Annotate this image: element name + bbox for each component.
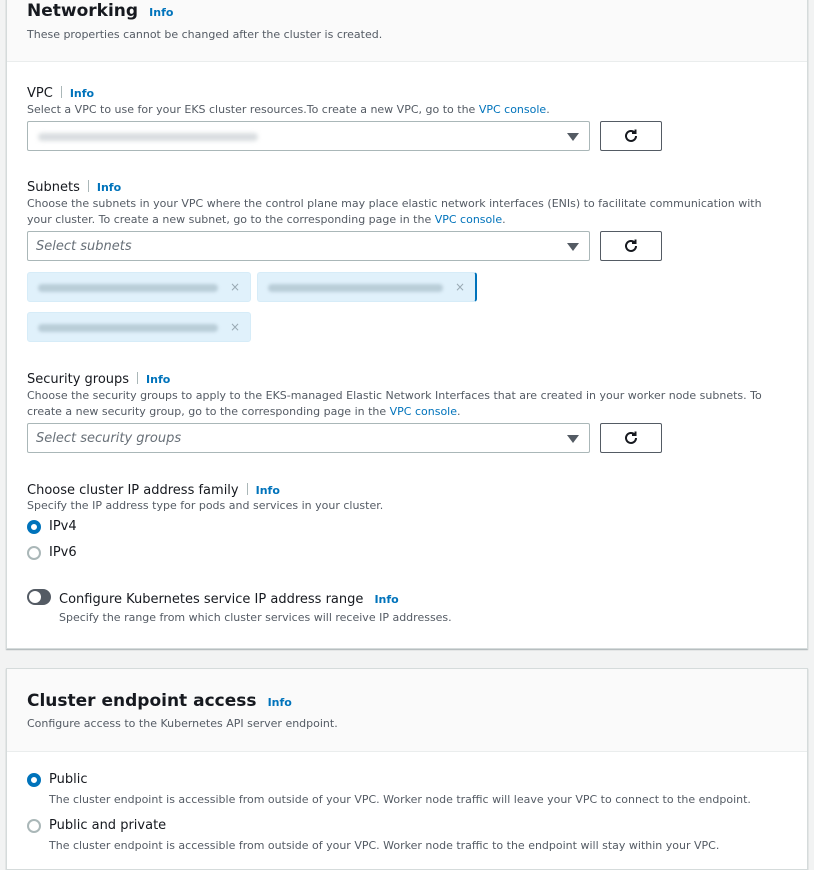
ip-family-description: Specify the IP address type for pods and…: [27, 499, 384, 512]
service-ip-range-toggle[interactable]: [27, 589, 51, 605]
security-groups-info-link[interactable]: Info: [146, 373, 170, 386]
subnets-label: Subnets: [27, 180, 80, 195]
vpc-console-link[interactable]: VPC console: [479, 103, 546, 116]
public-label[interactable]: Public: [49, 772, 87, 787]
subnets-select[interactable]: Select subnets: [27, 231, 590, 261]
ipv6-radio[interactable]: [27, 546, 41, 560]
public-and-private-radio[interactable]: [27, 819, 41, 833]
subnets-vpc-console-link[interactable]: VPC console: [435, 213, 502, 226]
close-icon[interactable]: ×: [230, 280, 240, 294]
public-radio[interactable]: [27, 773, 41, 787]
security-groups-vpc-console-link[interactable]: VPC console: [390, 405, 457, 418]
refresh-icon: [625, 239, 637, 252]
chevron-down-icon: [567, 435, 579, 443]
refresh-icon: [625, 431, 637, 444]
subnet-token: ×: [27, 272, 251, 302]
security-groups-refresh-button[interactable]: [600, 423, 662, 453]
ipv4-label[interactable]: IPv4: [49, 519, 77, 534]
security-groups-placeholder: Select security groups: [36, 431, 182, 446]
subnets-refresh-button[interactable]: [600, 231, 662, 261]
subnets-info-link[interactable]: Info: [97, 181, 121, 194]
endpoint-title: Cluster endpoint access: [27, 691, 257, 711]
vpc-description: Select a VPC to use for your EKS cluster…: [27, 102, 787, 118]
vpc-description-end: .: [546, 103, 550, 116]
public-and-private-description: The cluster endpoint is accessible from …: [49, 839, 720, 852]
subnets-description-text: Choose the subnets in your VPC where the…: [27, 197, 762, 226]
service-ip-range-description: Specify the range from which cluster ser…: [59, 611, 452, 624]
endpoint-panel-header: Cluster endpoint access Info Configure a…: [7, 669, 807, 752]
security-groups-description-end: .: [457, 405, 461, 418]
subnet-token: ×: [27, 312, 251, 342]
service-ip-range-info-link[interactable]: Info: [374, 593, 398, 606]
ipv6-label[interactable]: IPv6: [49, 545, 77, 560]
refresh-icon: [625, 129, 637, 142]
chevron-down-icon: [567, 243, 579, 251]
endpoint-panel: Cluster endpoint access Info Configure a…: [6, 668, 808, 870]
subnets-placeholder: Select subnets: [36, 239, 132, 254]
public-and-private-label[interactable]: Public and private: [49, 818, 166, 833]
vpc-selected-value: [38, 133, 258, 141]
close-icon[interactable]: ×: [455, 280, 465, 294]
vpc-label: VPC: [27, 86, 53, 101]
service-ip-range-label: Configure Kubernetes service IP address …: [59, 592, 364, 607]
vpc-refresh-button[interactable]: [600, 121, 662, 151]
networking-panel-header: Networking Info These properties cannot …: [7, 0, 807, 62]
public-description: The cluster endpoint is accessible from …: [49, 793, 751, 806]
security-groups-description: Choose the security groups to apply to t…: [27, 388, 787, 420]
vpc-description-text: Select a VPC to use for your EKS cluster…: [27, 103, 479, 116]
networking-subtitle: These properties cannot be changed after…: [27, 28, 383, 41]
ip-family-label: Choose cluster IP address family: [27, 483, 239, 498]
ip-family-info-link[interactable]: Info: [256, 484, 280, 497]
chevron-down-icon: [567, 133, 579, 141]
ipv4-radio[interactable]: [27, 520, 41, 534]
close-icon[interactable]: ×: [230, 320, 240, 334]
networking-panel: Networking Info These properties cannot …: [6, 0, 808, 649]
security-groups-label: Security groups: [27, 372, 130, 387]
vpc-select[interactable]: [27, 121, 590, 151]
vpc-info-link[interactable]: Info: [70, 87, 94, 100]
endpoint-info-link[interactable]: Info: [268, 696, 292, 709]
networking-title: Networking: [27, 1, 139, 21]
subnets-description-end: .: [502, 213, 506, 226]
subnets-description: Choose the subnets in your VPC where the…: [27, 196, 787, 228]
subnet-token: ×: [257, 272, 477, 302]
security-groups-select[interactable]: Select security groups: [27, 423, 590, 453]
networking-info-link[interactable]: Info: [149, 6, 173, 19]
endpoint-subtitle: Configure access to the Kubernetes API s…: [27, 717, 338, 730]
